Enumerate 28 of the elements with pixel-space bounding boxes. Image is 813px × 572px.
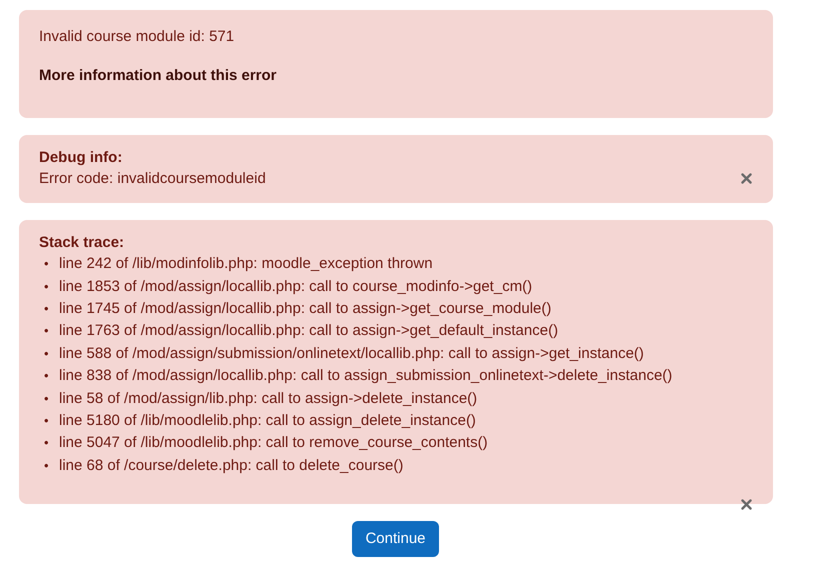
list-bullet: •: [44, 300, 50, 318]
list-bullet: •: [44, 255, 50, 274]
stack-trace-line: line 5180 of /lib/moodlelib.php: call to assign_delete_instance(): [59, 410, 476, 431]
list-bullet: •: [44, 322, 50, 340]
close-icon[interactable]: [741, 173, 752, 184]
list-bullet: •: [44, 412, 50, 430]
list-bullet: •: [44, 390, 50, 408]
more-info-heading: More information about this error: [39, 66, 278, 86]
list-bullet: •: [44, 367, 50, 386]
stack-trace-line: line 588 of /mod/assign/submission/onlinetext/locallib.php: call to assign->get_instance(): [59, 344, 644, 364]
stack-trace-line: line 1745 of /mod/assign/locallib.php: call to assign->get_course_module(): [59, 298, 552, 319]
stack-trace-line: line 838 of /mod/assign/locallib.php: call to assign_submission_onlinetext->delete_instance(): [59, 366, 672, 386]
error-code: Error code: invalidcoursemoduleid: [39, 169, 266, 189]
error-message: Invalid course module id: 571: [39, 27, 236, 47]
close-icon[interactable]: [741, 499, 752, 510]
list-bullet: •: [44, 456, 50, 475]
list-bullet: •: [44, 434, 50, 452]
stack-trace-line: line 242 of /lib/modinfolib.php: moodle_exception thrown: [59, 254, 433, 274]
stack-trace-line: line 58 of /mod/assign/lib.php: call to assign->delete_instance(): [59, 388, 478, 409]
stack-trace-line: line 1853 of /mod/assign/locallib.php: call to course_modinfo->get_cm(): [59, 276, 532, 297]
debug-heading: Debug info:: [39, 148, 124, 168]
stack-trace-heading: Stack trace:: [39, 233, 126, 253]
stack-trace-line: line 68 of /course/delete.php: call to delete_course(): [59, 456, 404, 476]
continue-button[interactable]: Continue: [352, 521, 439, 557]
stack-trace-line: line 5047 of /lib/moodlelib.php: call to remove_course_contents(): [59, 433, 488, 454]
list-bullet: •: [44, 344, 50, 363]
list-bullet: •: [44, 278, 50, 296]
stack-trace-line: line 1763 of /mod/assign/locallib.php: call to assign->get_default_instance(): [59, 321, 558, 342]
